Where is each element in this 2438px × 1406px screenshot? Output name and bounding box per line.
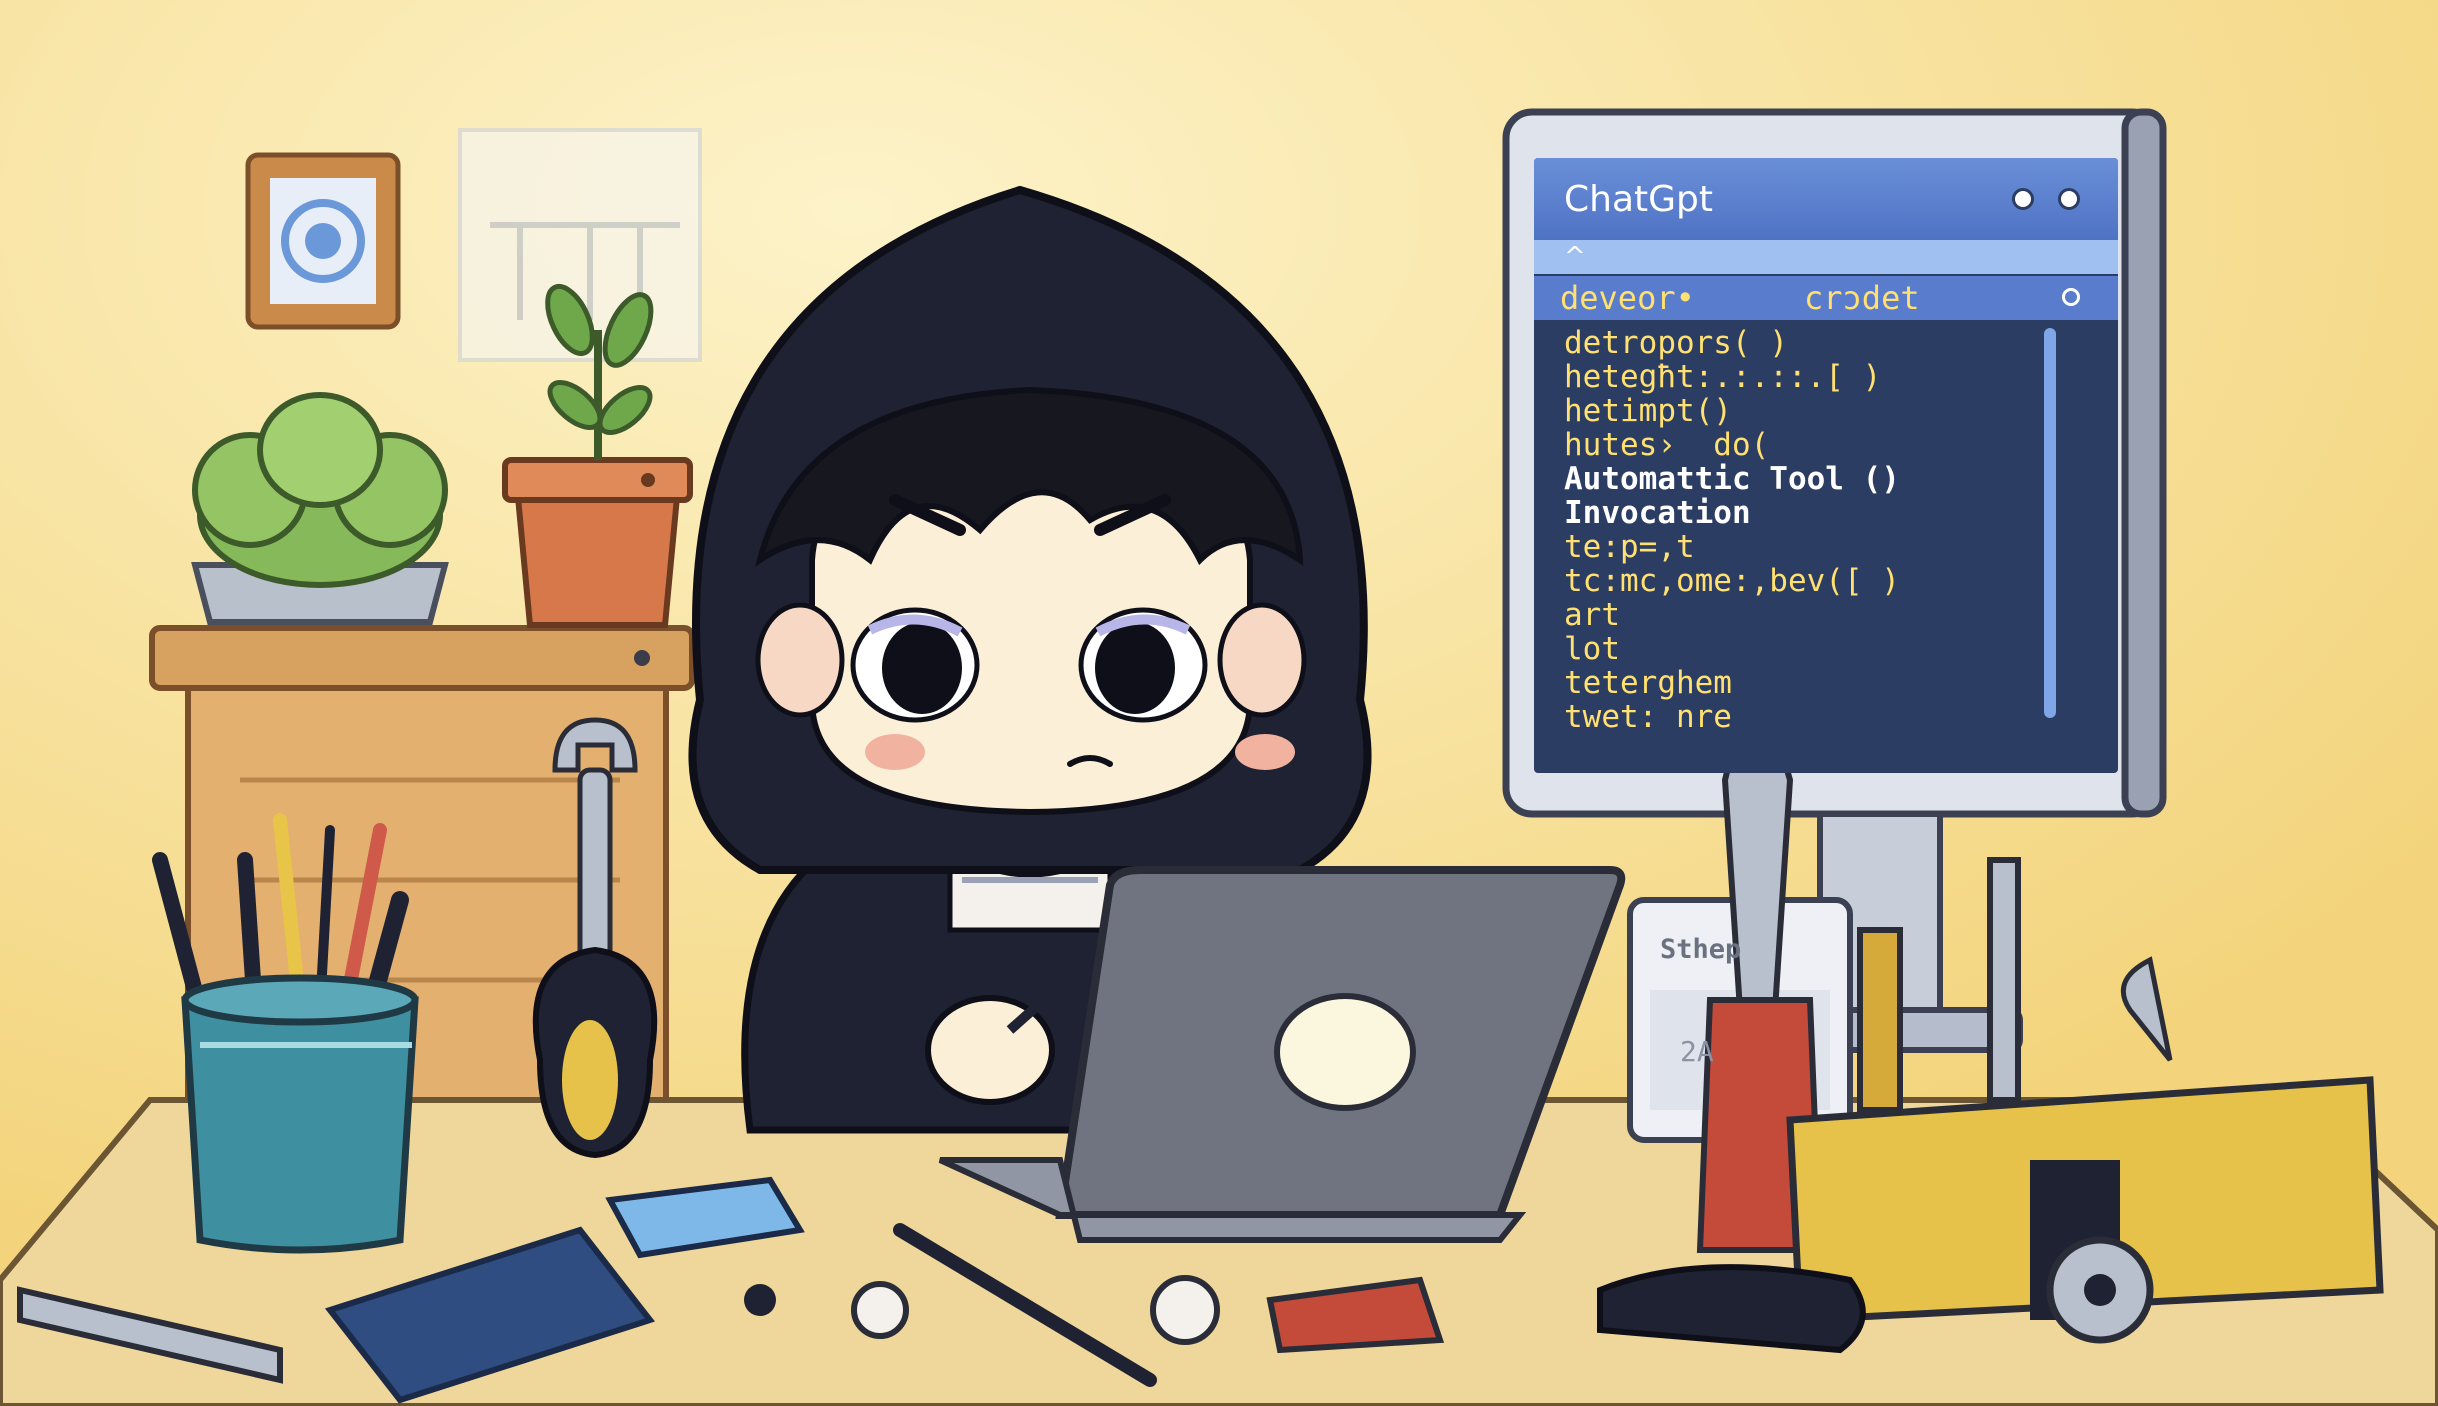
code-line: tc:mc,ome:,bev([ ) [1564, 563, 1900, 599]
code-line-highlight: Invocation [1564, 495, 1751, 531]
code-line: lot [1564, 631, 1620, 667]
screen-toolbar: ^ [1534, 240, 2118, 274]
close-button[interactable] [2058, 188, 2080, 210]
app-title: ChatGpt [1564, 178, 1713, 220]
code-line: detropors( ) [1564, 325, 1788, 361]
code-line: art [1564, 597, 1620, 633]
illustration-scene: ChatGpt ^ deveor• crɔdet detropors( ) he… [0, 0, 2438, 1406]
screen-title-bar: ChatGpt [1534, 158, 2118, 240]
code-line: te:p=,t [1564, 529, 1695, 565]
wall-frame-icon [245, 152, 401, 330]
screen-tab-bar: deveor• crɔdet [1534, 276, 2118, 320]
code-line: hetegħt:.:.::.[ ) [1564, 359, 1882, 395]
code-editor[interactable]: detropors( ) hetegħt:.:.::.[ ) hetimpt()… [1564, 326, 2064, 734]
code-line: teterghem [1564, 665, 1732, 701]
code-line: hetimpt() [1564, 393, 1732, 429]
minimize-button[interactable] [2012, 188, 2034, 210]
scrollbar[interactable] [2044, 328, 2056, 718]
tab-right[interactable]: crɔdet [1804, 276, 1920, 320]
code-line: hutes› do( [1564, 427, 1770, 463]
settings-icon[interactable] [2062, 288, 2080, 306]
code-line: twet: nre [1564, 699, 1732, 735]
back-screen-label: Sthep [1660, 934, 1742, 965]
code-line-highlight: Automattic Tool () [1564, 461, 1900, 497]
caret-icon: ^ [1564, 242, 1586, 272]
tab-left[interactable]: deveor• [1560, 276, 1695, 320]
back-screen-number: 2A [1680, 1035, 1714, 1068]
monitor-screen: ChatGpt ^ deveor• crɔdet detropors( ) he… [1534, 158, 2118, 773]
